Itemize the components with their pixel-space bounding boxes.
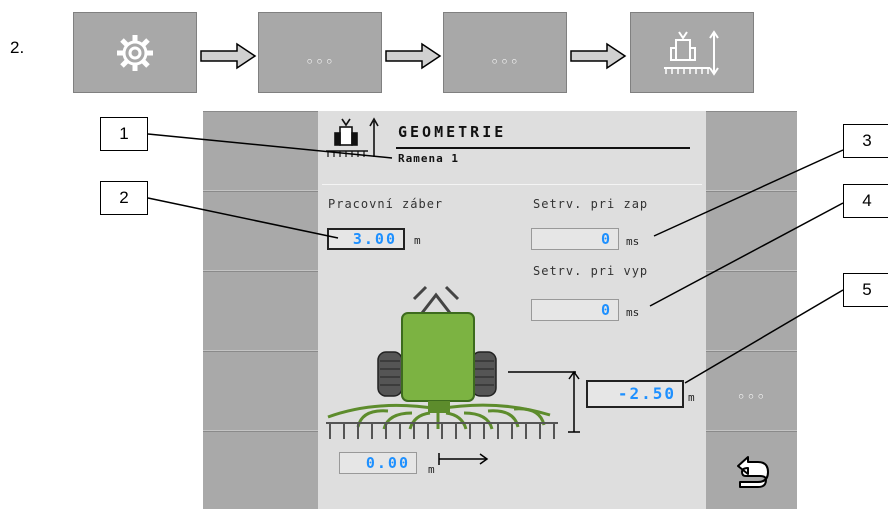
callout-2: 2 [100,181,148,215]
callout-4: 4 [843,184,888,218]
callout-5: 5 [843,273,888,307]
callout-1: 1 [100,117,148,151]
callout-3: 3 [843,124,888,158]
callout-leader-lines [147,133,844,384]
